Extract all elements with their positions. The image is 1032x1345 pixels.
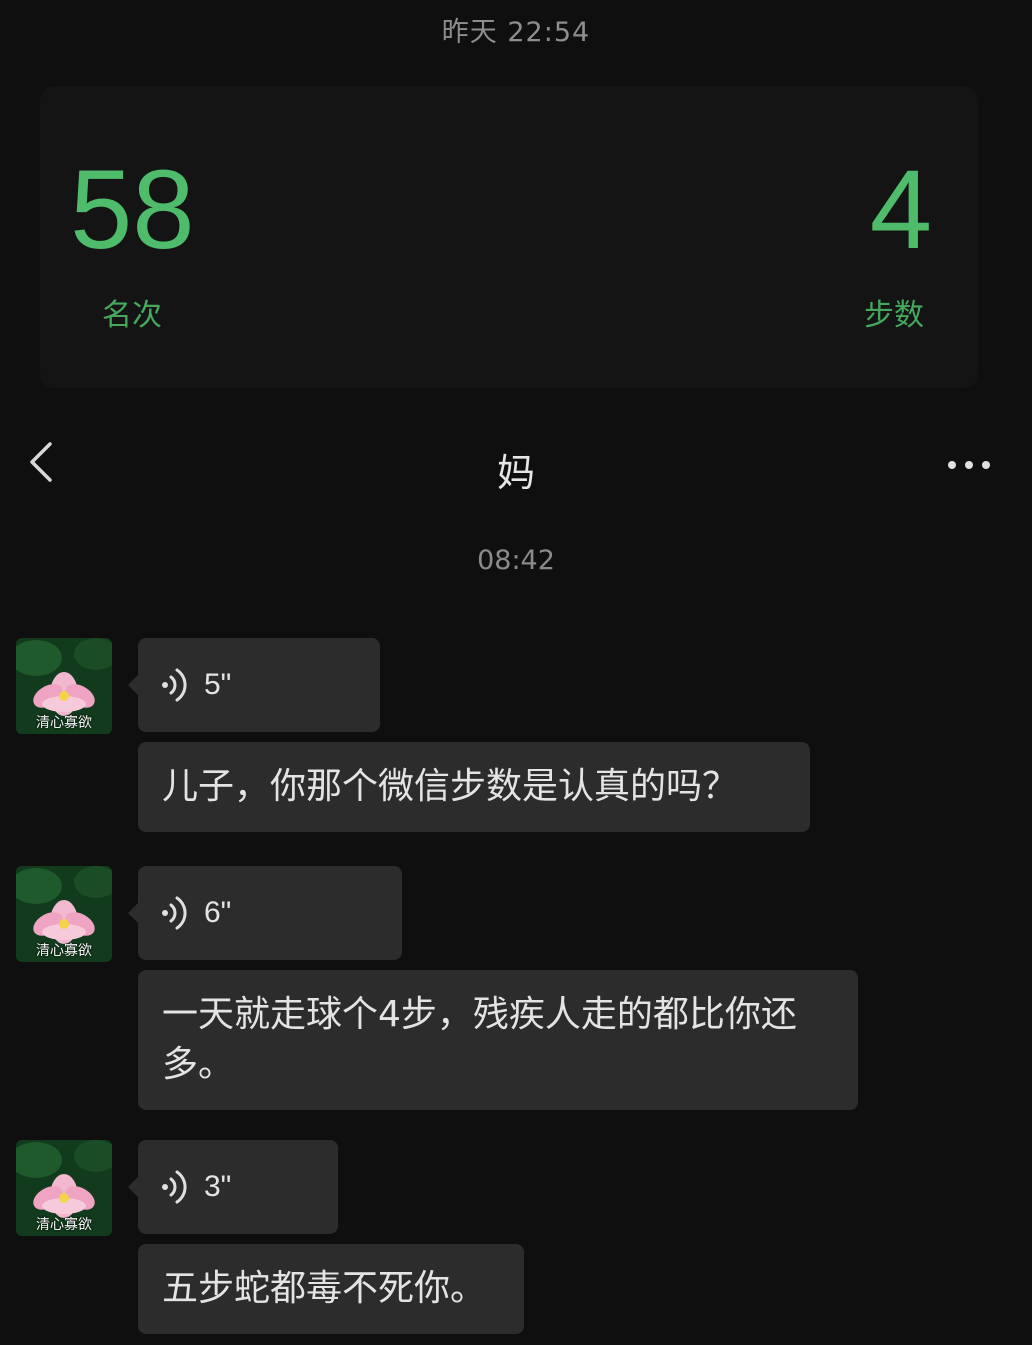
text-message[interactable]: 一天就走球个4步，残疾人走的都比你还多。 bbox=[138, 970, 858, 1110]
avatar[interactable]: 清心寡欲 bbox=[16, 866, 112, 962]
chat-nav-bar: 妈 bbox=[0, 426, 1032, 498]
step-rank-card[interactable]: 58 名次 4 步数 bbox=[40, 86, 978, 388]
avatar-caption: 清心寡欲 bbox=[36, 943, 92, 959]
avatar[interactable]: 清心寡欲 bbox=[16, 1140, 112, 1236]
message-timestamp: 08:42 bbox=[477, 545, 555, 576]
steps-value: 4 bbox=[869, 147, 932, 272]
voice-duration: 3" bbox=[204, 1170, 232, 1203]
rank-value: 58 bbox=[70, 147, 195, 272]
text-message[interactable]: 五步蛇都毒不死你。 bbox=[138, 1244, 524, 1334]
steps-label: 步数 bbox=[864, 298, 924, 333]
more-dots-icon[interactable] bbox=[946, 456, 992, 469]
avatar-caption: 清心寡欲 bbox=[36, 1217, 92, 1233]
avatar-caption: 清心寡欲 bbox=[36, 715, 92, 731]
top-timestamp: 昨天 22:54 bbox=[441, 17, 591, 48]
voice-duration: 6" bbox=[204, 896, 232, 929]
text-message[interactable]: 儿子，你那个微信步数是认真的吗？ bbox=[138, 742, 810, 832]
voice-message[interactable]: 5" bbox=[128, 638, 380, 732]
voice-message[interactable]: 6" bbox=[128, 866, 402, 960]
chat-title: 妈 bbox=[496, 451, 535, 495]
voice-wave-icon bbox=[162, 896, 187, 930]
voice-message[interactable]: 3" bbox=[128, 1140, 338, 1234]
avatar[interactable]: 清心寡欲 bbox=[16, 638, 112, 734]
voice-duration: 5" bbox=[204, 668, 232, 701]
rank-label: 名次 bbox=[102, 298, 162, 333]
voice-wave-icon bbox=[162, 668, 187, 702]
voice-wave-icon bbox=[162, 1170, 187, 1204]
